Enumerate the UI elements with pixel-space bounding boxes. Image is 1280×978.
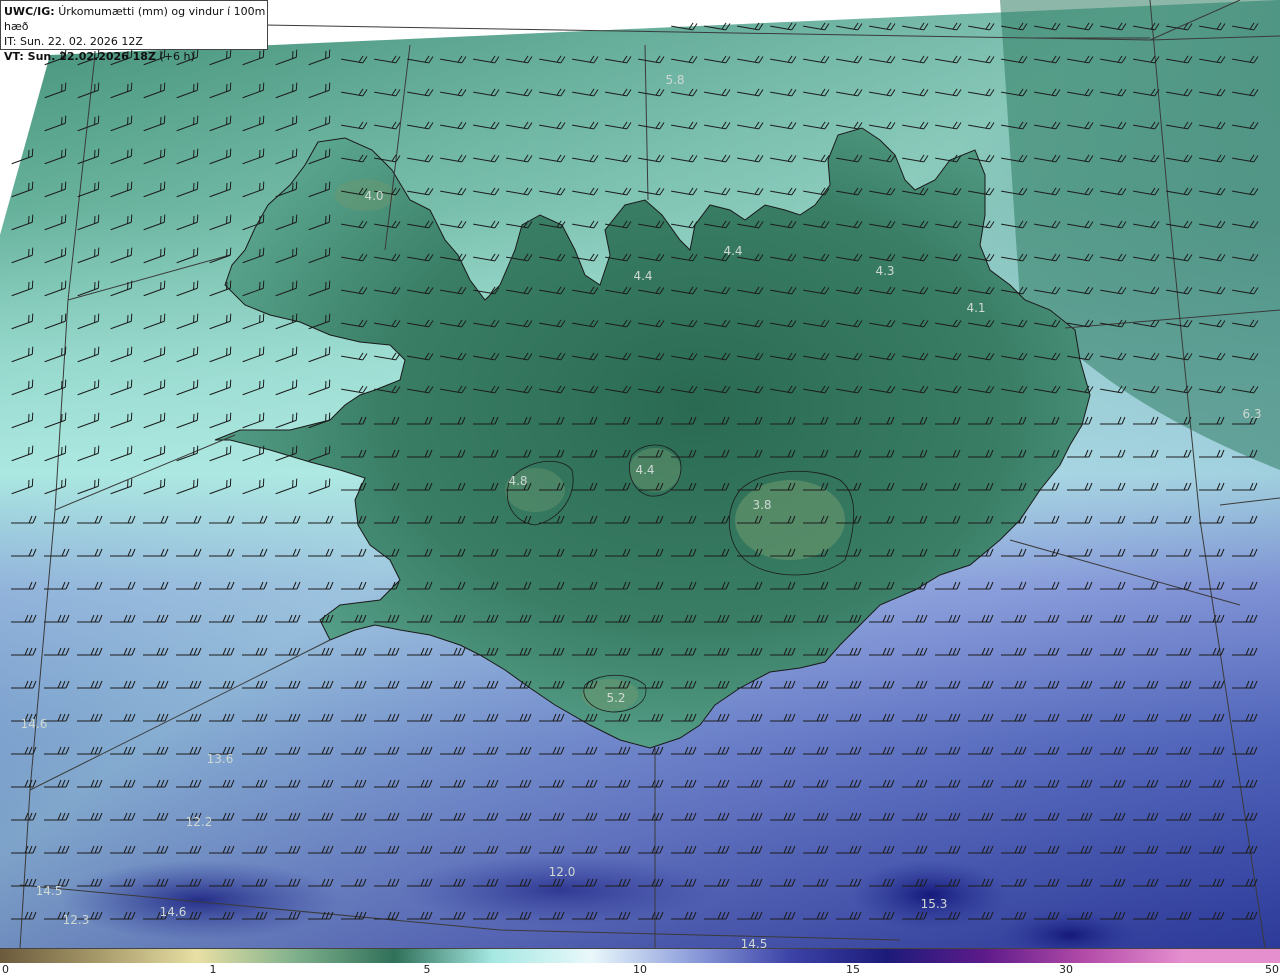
colorbar-segment [492, 949, 592, 963]
precip-value-label: 4.4 [723, 244, 742, 258]
init-time: IT: Sun. 22. 02. 2026 12Z [4, 35, 143, 48]
precip-value-label: 15.3 [921, 897, 948, 911]
forecast-info-box: UWC/IG: Úrkomumætti (mm) og vindur í 100… [0, 0, 268, 63]
colorbar-tick: 1 [209, 963, 217, 976]
colorbar-segment [984, 949, 1085, 963]
colorbar-segment [1083, 949, 1183, 963]
colorbar-segment [196, 949, 297, 963]
precip-value-label: 4.8 [508, 474, 527, 488]
vatnajokull-area [735, 480, 845, 560]
colorbar-segment [98, 949, 198, 963]
precip-value-label: 4.4 [633, 269, 652, 283]
heavy-precip-blob [60, 860, 340, 940]
colorbar-tick: 5 [423, 963, 431, 976]
colorbar-segment [295, 949, 395, 963]
colorbar-segment [1181, 949, 1280, 963]
colorbar-tick: 10 [633, 963, 647, 976]
precip-value-label: 12.2 [186, 815, 213, 829]
precip-value-label: 4.0 [364, 189, 383, 203]
lead-time: (+6 h) [159, 50, 195, 63]
colorbar-segment [689, 949, 789, 963]
valid-time: VT: Sun. 22.02.2026 18Z [4, 50, 156, 63]
colorbar-segment [886, 949, 986, 963]
precip-value-label: 14.6 [21, 717, 48, 731]
colorbar: 0 1 5 10 15 30 50 [0, 948, 1280, 978]
precipitation-wind-map: 5.8 4.0 4.4 4.4 4.3 4.1 6.3 4.8 4.4 3.8 … [0, 0, 1280, 948]
precip-value-label: 14.5 [741, 937, 768, 948]
colorbar-segment [590, 949, 691, 963]
precip-value-label: 6.3 [1242, 407, 1261, 421]
title-line: UWC/IG: Úrkomumætti (mm) og vindur í 100… [4, 4, 267, 34]
precip-value-label: 14.5 [36, 884, 63, 898]
precip-value-label: 3.8 [752, 498, 771, 512]
model-name: UWC/IG: [4, 5, 55, 18]
precip-value-label: 12.0 [549, 865, 576, 879]
precip-value-label: 4.1 [966, 301, 985, 315]
valid-time-line: VT: Sun. 22.02.2026 18Z (+6 h) [4, 49, 267, 64]
precip-value-label: 5.8 [665, 73, 684, 87]
precip-value-label: 12.3 [63, 913, 90, 927]
precip-value-label: 14.6 [160, 905, 187, 919]
precip-value-label: 5.2 [606, 691, 625, 705]
colorbar-tick: 30 [1059, 963, 1073, 976]
precip-value-label: 4.3 [875, 264, 894, 278]
colorbar-segment [393, 949, 494, 963]
colorbar-segment [0, 949, 100, 963]
colorbar-segment [787, 949, 888, 963]
colorbar-strip [0, 948, 1280, 963]
colorbar-tick: 50 [1265, 963, 1279, 976]
precip-value-label: 4.4 [635, 463, 654, 477]
colorbar-tick: 15 [846, 963, 860, 976]
colorbar-tick: 0 [2, 963, 9, 976]
precip-value-label: 13.6 [207, 752, 234, 766]
